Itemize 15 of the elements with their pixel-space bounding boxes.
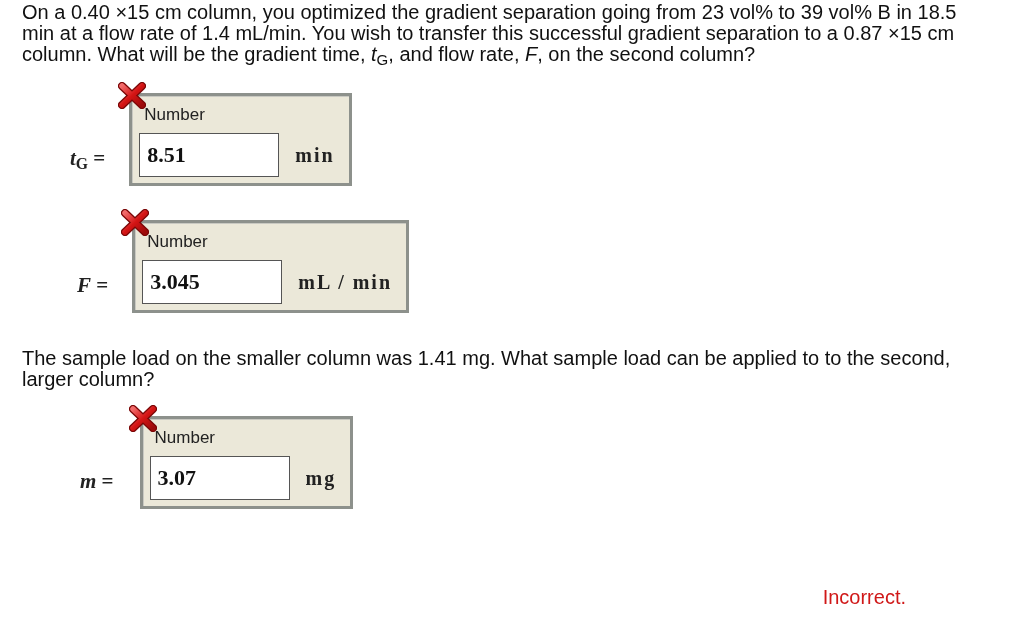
question-text: On a 0.40 ×15 cm column, you optimized the gradient separation going from 23 vol% to 39 vol% B in 18.5 min at a flow rate of 1.4 mL/min. You wish to transfer this successful gradient separation to a 0.87 ×15 cm column. What will be the gradient time, t$_{G}$, and flow rate, F, on the second column? <box>22 2 958 65</box>
feedback-text: Incorrect. <box>822 587 906 608</box>
unit-label: mg <box>305 466 337 492</box>
field-label: Number <box>154 428 217 448</box>
field-label: Number <box>147 232 209 252</box>
unit-label: mL / min <box>298 270 393 295</box>
question-text: The sample load on the smaller column was 1.41 mg. What sample load can be applied to to the second, larger column? <box>22 348 952 390</box>
field-label: Number <box>144 105 206 125</box>
answer-field[interactable]: 3.07 <box>149 456 290 500</box>
variable-label: t$_{G}$ = <box>70 146 106 170</box>
answer-field[interactable]: 3.045 <box>142 260 283 304</box>
variable-label: m = <box>80 469 114 493</box>
answer-field[interactable]: 8.51 <box>139 133 280 177</box>
unit-label: min <box>295 143 335 168</box>
variable-label: F = <box>77 273 109 297</box>
